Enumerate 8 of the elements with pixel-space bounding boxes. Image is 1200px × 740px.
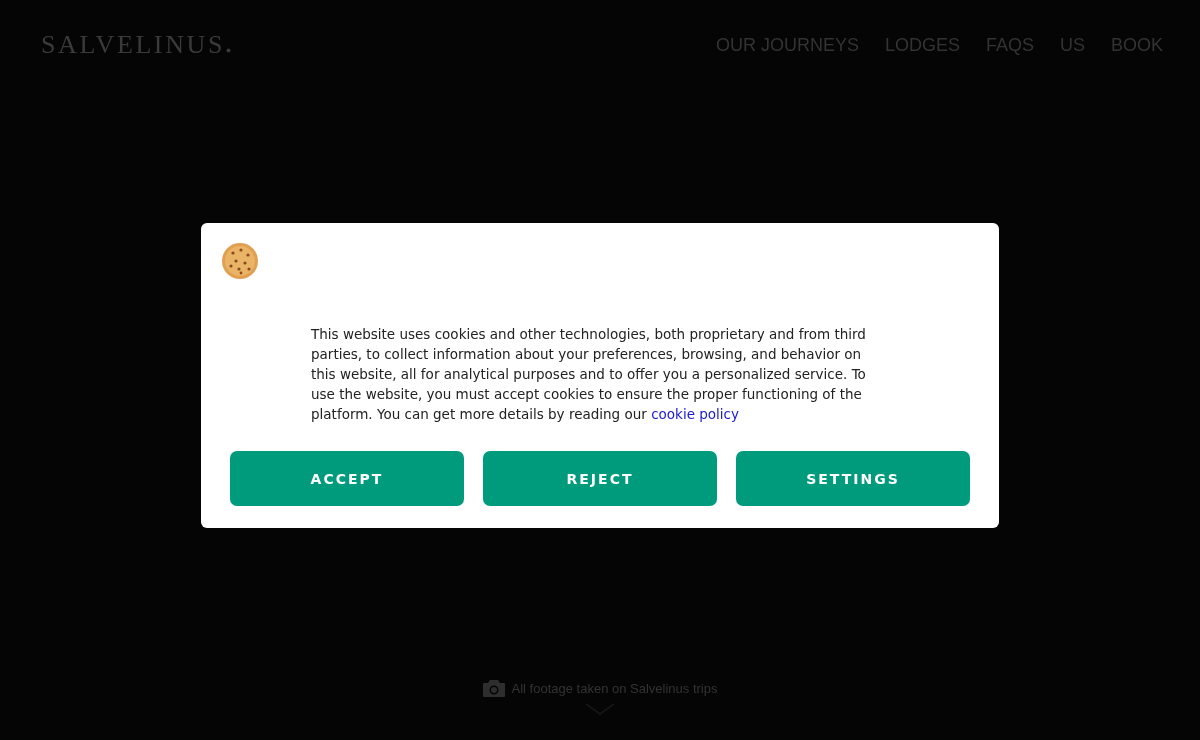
camera-icon [482, 680, 505, 697]
cookie-message: This website uses cookies and other technologies, both proprietary and from third parties, to collect information about your preferences, browsing, and behavior on this website, all for analytical purposes and to offer you a personalized service. To use the website, you must accept cookies to ensure the proper functioning of the platform. You can get more details by reading our cookie policy [311, 325, 867, 424]
cookie-policy-link[interactable]: cookie policy [651, 406, 739, 422]
consent-button[interactable]: ACCEPT [230, 451, 464, 506]
consent-button[interactable]: REJECT [483, 451, 717, 506]
consent-button[interactable]: SETTINGS [736, 451, 970, 506]
trademark-icon [225, 48, 231, 53]
cookie-icon [221, 242, 259, 280]
